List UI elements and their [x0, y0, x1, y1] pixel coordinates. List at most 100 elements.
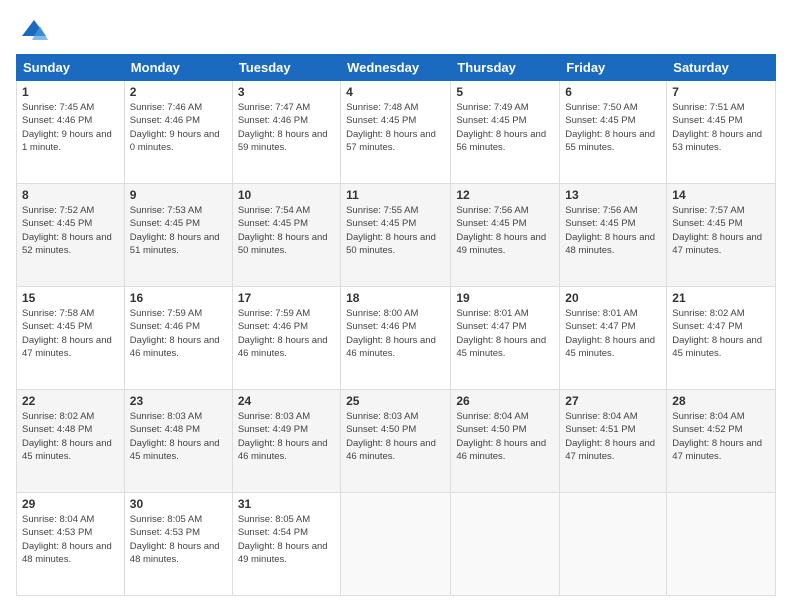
header-cell-friday: Friday	[560, 55, 667, 81]
day-number: 24	[238, 394, 335, 408]
day-number: 14	[672, 188, 770, 202]
day-cell: 11 Sunrise: 7:55 AMSunset: 4:45 PMDaylig…	[341, 184, 451, 287]
day-number: 23	[130, 394, 227, 408]
day-number: 5	[456, 85, 554, 99]
day-cell: 24 Sunrise: 8:03 AMSunset: 4:49 PMDaylig…	[232, 390, 340, 493]
day-info: Sunrise: 7:58 AMSunset: 4:45 PMDaylight:…	[22, 307, 119, 360]
day-info: Sunrise: 8:05 AMSunset: 4:53 PMDaylight:…	[130, 513, 227, 566]
day-number: 30	[130, 497, 227, 511]
day-info: Sunrise: 8:04 AMSunset: 4:52 PMDaylight:…	[672, 410, 770, 463]
day-cell: 31 Sunrise: 8:05 AMSunset: 4:54 PMDaylig…	[232, 493, 340, 596]
day-cell: 22 Sunrise: 8:02 AMSunset: 4:48 PMDaylig…	[17, 390, 125, 493]
day-number: 9	[130, 188, 227, 202]
day-number: 21	[672, 291, 770, 305]
day-info: Sunrise: 7:59 AMSunset: 4:46 PMDaylight:…	[238, 307, 335, 360]
day-number: 13	[565, 188, 661, 202]
day-cell: 26 Sunrise: 8:04 AMSunset: 4:50 PMDaylig…	[451, 390, 560, 493]
day-info: Sunrise: 8:05 AMSunset: 4:54 PMDaylight:…	[238, 513, 335, 566]
day-info: Sunrise: 7:56 AMSunset: 4:45 PMDaylight:…	[565, 204, 661, 257]
day-cell: 17 Sunrise: 7:59 AMSunset: 4:46 PMDaylig…	[232, 287, 340, 390]
day-number: 18	[346, 291, 445, 305]
week-row-4: 22 Sunrise: 8:02 AMSunset: 4:48 PMDaylig…	[17, 390, 776, 493]
day-cell: 19 Sunrise: 8:01 AMSunset: 4:47 PMDaylig…	[451, 287, 560, 390]
header-cell-monday: Monday	[124, 55, 232, 81]
header-cell-saturday: Saturday	[667, 55, 776, 81]
day-cell: 7 Sunrise: 7:51 AMSunset: 4:45 PMDayligh…	[667, 81, 776, 184]
day-cell	[451, 493, 560, 596]
day-number: 25	[346, 394, 445, 408]
day-cell: 8 Sunrise: 7:52 AMSunset: 4:45 PMDayligh…	[17, 184, 125, 287]
day-number: 8	[22, 188, 119, 202]
day-cell: 29 Sunrise: 8:04 AMSunset: 4:53 PMDaylig…	[17, 493, 125, 596]
day-cell: 5 Sunrise: 7:49 AMSunset: 4:45 PMDayligh…	[451, 81, 560, 184]
day-info: Sunrise: 7:51 AMSunset: 4:45 PMDaylight:…	[672, 101, 770, 154]
day-info: Sunrise: 8:00 AMSunset: 4:46 PMDaylight:…	[346, 307, 445, 360]
day-info: Sunrise: 7:54 AMSunset: 4:45 PMDaylight:…	[238, 204, 335, 257]
day-cell: 27 Sunrise: 8:04 AMSunset: 4:51 PMDaylig…	[560, 390, 667, 493]
logo-icon	[20, 16, 48, 44]
day-info: Sunrise: 7:57 AMSunset: 4:45 PMDaylight:…	[672, 204, 770, 257]
week-row-5: 29 Sunrise: 8:04 AMSunset: 4:53 PMDaylig…	[17, 493, 776, 596]
day-info: Sunrise: 7:59 AMSunset: 4:46 PMDaylight:…	[130, 307, 227, 360]
day-info: Sunrise: 7:46 AMSunset: 4:46 PMDaylight:…	[130, 101, 227, 154]
day-cell: 9 Sunrise: 7:53 AMSunset: 4:45 PMDayligh…	[124, 184, 232, 287]
day-number: 31	[238, 497, 335, 511]
week-row-1: 1 Sunrise: 7:45 AMSunset: 4:46 PMDayligh…	[17, 81, 776, 184]
header-row: SundayMondayTuesdayWednesdayThursdayFrid…	[17, 55, 776, 81]
day-cell: 14 Sunrise: 7:57 AMSunset: 4:45 PMDaylig…	[667, 184, 776, 287]
day-cell	[341, 493, 451, 596]
header	[16, 16, 776, 44]
day-cell: 4 Sunrise: 7:48 AMSunset: 4:45 PMDayligh…	[341, 81, 451, 184]
day-number: 26	[456, 394, 554, 408]
day-info: Sunrise: 8:01 AMSunset: 4:47 PMDaylight:…	[456, 307, 554, 360]
day-info: Sunrise: 8:03 AMSunset: 4:50 PMDaylight:…	[346, 410, 445, 463]
header-cell-tuesday: Tuesday	[232, 55, 340, 81]
day-number: 20	[565, 291, 661, 305]
day-info: Sunrise: 7:55 AMSunset: 4:45 PMDaylight:…	[346, 204, 445, 257]
day-cell: 30 Sunrise: 8:05 AMSunset: 4:53 PMDaylig…	[124, 493, 232, 596]
week-row-2: 8 Sunrise: 7:52 AMSunset: 4:45 PMDayligh…	[17, 184, 776, 287]
day-number: 11	[346, 188, 445, 202]
day-number: 17	[238, 291, 335, 305]
header-cell-wednesday: Wednesday	[341, 55, 451, 81]
logo	[16, 16, 48, 44]
day-number: 27	[565, 394, 661, 408]
day-cell: 13 Sunrise: 7:56 AMSunset: 4:45 PMDaylig…	[560, 184, 667, 287]
day-info: Sunrise: 8:04 AMSunset: 4:53 PMDaylight:…	[22, 513, 119, 566]
day-info: Sunrise: 8:01 AMSunset: 4:47 PMDaylight:…	[565, 307, 661, 360]
day-cell: 2 Sunrise: 7:46 AMSunset: 4:46 PMDayligh…	[124, 81, 232, 184]
day-info: Sunrise: 7:45 AMSunset: 4:46 PMDaylight:…	[22, 101, 119, 154]
day-number: 22	[22, 394, 119, 408]
day-number: 10	[238, 188, 335, 202]
day-number: 1	[22, 85, 119, 99]
calendar-table: SundayMondayTuesdayWednesdayThursdayFrid…	[16, 54, 776, 596]
day-cell: 18 Sunrise: 8:00 AMSunset: 4:46 PMDaylig…	[341, 287, 451, 390]
day-number: 12	[456, 188, 554, 202]
day-cell: 1 Sunrise: 7:45 AMSunset: 4:46 PMDayligh…	[17, 81, 125, 184]
header-cell-thursday: Thursday	[451, 55, 560, 81]
day-number: 3	[238, 85, 335, 99]
day-info: Sunrise: 7:53 AMSunset: 4:45 PMDaylight:…	[130, 204, 227, 257]
day-cell: 23 Sunrise: 8:03 AMSunset: 4:48 PMDaylig…	[124, 390, 232, 493]
day-number: 4	[346, 85, 445, 99]
day-number: 15	[22, 291, 119, 305]
day-cell: 12 Sunrise: 7:56 AMSunset: 4:45 PMDaylig…	[451, 184, 560, 287]
day-info: Sunrise: 7:49 AMSunset: 4:45 PMDaylight:…	[456, 101, 554, 154]
day-cell: 21 Sunrise: 8:02 AMSunset: 4:47 PMDaylig…	[667, 287, 776, 390]
day-number: 6	[565, 85, 661, 99]
day-info: Sunrise: 8:03 AMSunset: 4:49 PMDaylight:…	[238, 410, 335, 463]
header-cell-sunday: Sunday	[17, 55, 125, 81]
day-number: 16	[130, 291, 227, 305]
day-info: Sunrise: 7:48 AMSunset: 4:45 PMDaylight:…	[346, 101, 445, 154]
day-info: Sunrise: 7:56 AMSunset: 4:45 PMDaylight:…	[456, 204, 554, 257]
day-cell: 6 Sunrise: 7:50 AMSunset: 4:45 PMDayligh…	[560, 81, 667, 184]
day-cell: 20 Sunrise: 8:01 AMSunset: 4:47 PMDaylig…	[560, 287, 667, 390]
day-cell: 16 Sunrise: 7:59 AMSunset: 4:46 PMDaylig…	[124, 287, 232, 390]
day-number: 28	[672, 394, 770, 408]
page: SundayMondayTuesdayWednesdayThursdayFrid…	[0, 0, 792, 612]
day-cell	[560, 493, 667, 596]
day-number: 2	[130, 85, 227, 99]
day-info: Sunrise: 7:52 AMSunset: 4:45 PMDaylight:…	[22, 204, 119, 257]
day-info: Sunrise: 8:03 AMSunset: 4:48 PMDaylight:…	[130, 410, 227, 463]
day-info: Sunrise: 8:02 AMSunset: 4:47 PMDaylight:…	[672, 307, 770, 360]
